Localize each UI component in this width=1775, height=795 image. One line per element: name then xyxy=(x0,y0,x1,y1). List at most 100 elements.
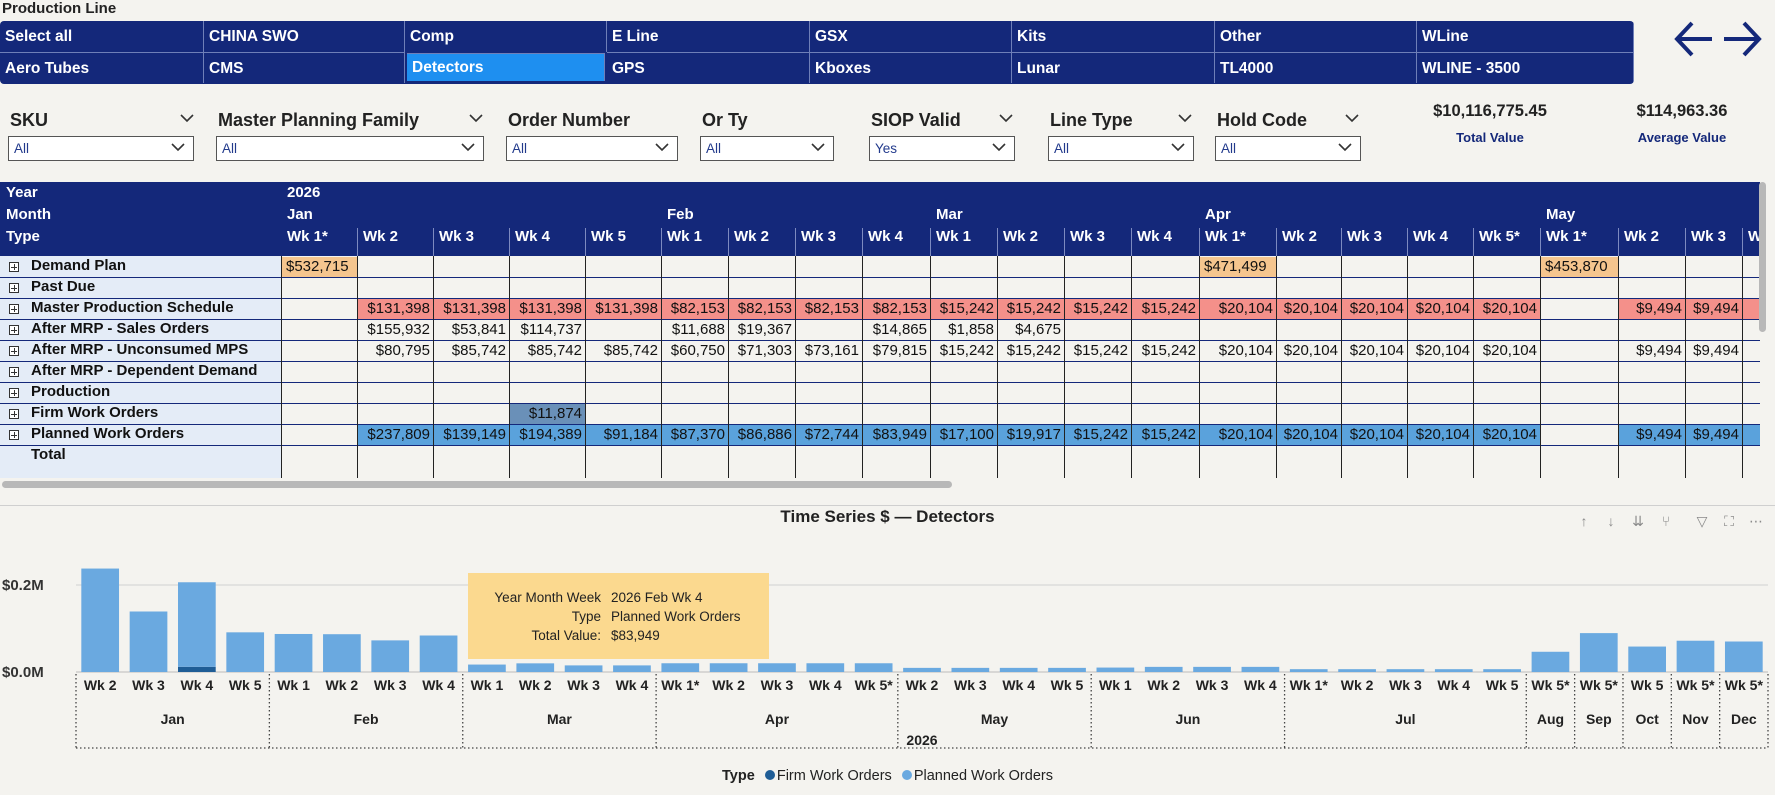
matrix-cell[interactable]: $15,242 xyxy=(1131,341,1199,361)
expand-row-icon[interactable] xyxy=(9,304,19,314)
matrix-cell[interactable] xyxy=(1341,257,1407,277)
matrix-cell[interactable] xyxy=(1540,404,1618,424)
filter-dropdown-line-type[interactable]: All xyxy=(1048,136,1194,161)
matrix-cell[interactable] xyxy=(357,362,433,382)
matrix-cell[interactable] xyxy=(661,278,728,298)
matrix-cell[interactable] xyxy=(585,257,661,277)
matrix-cell[interactable] xyxy=(509,278,585,298)
matrix-cell[interactable] xyxy=(1276,362,1341,382)
matrix-cell[interactable]: $4,675 xyxy=(997,320,1064,340)
matrix-cell[interactable] xyxy=(1473,383,1540,403)
matrix-cell[interactable]: $155,932 xyxy=(357,320,433,340)
matrix-cell[interactable] xyxy=(357,404,433,424)
expand-row-icon[interactable] xyxy=(9,409,19,419)
matrix-cell[interactable] xyxy=(585,362,661,382)
matrix-cell[interactable]: $73,161 xyxy=(795,341,862,361)
matrix-cell[interactable]: $9 xyxy=(1742,425,1760,445)
matrix-cell[interactable]: $20,104 xyxy=(1276,299,1341,319)
matrix-cell[interactable] xyxy=(1131,278,1199,298)
arrow-right-icon[interactable] xyxy=(1720,14,1764,64)
matrix-cell[interactable]: $85,742 xyxy=(585,341,661,361)
matrix-cell[interactable] xyxy=(585,278,661,298)
matrix-cell[interactable]: $20,104 xyxy=(1473,341,1540,361)
matrix-cell[interactable] xyxy=(795,404,862,424)
matrix-cell[interactable] xyxy=(1540,299,1618,319)
slicer-item-detectors[interactable]: Detectors xyxy=(407,53,605,81)
matrix-cell[interactable] xyxy=(728,257,795,277)
matrix-cell[interactable] xyxy=(1407,383,1473,403)
matrix-cell[interactable]: $9,494 xyxy=(1685,341,1742,361)
slicer-item-lunar[interactable]: Lunar xyxy=(1012,52,1215,83)
matrix-cell[interactable] xyxy=(862,278,930,298)
matrix-cell[interactable] xyxy=(433,278,509,298)
matrix-cell[interactable] xyxy=(1742,383,1760,403)
matrix-cell[interactable]: $14,865 xyxy=(862,320,930,340)
chevron-down-icon[interactable] xyxy=(469,110,483,124)
expand-row-icon[interactable] xyxy=(9,367,19,377)
matrix-cell[interactable] xyxy=(1199,362,1276,382)
matrix-cell[interactable] xyxy=(281,404,357,424)
matrix-week-header[interactable]: Wk 4 xyxy=(868,228,903,245)
matrix-cell[interactable] xyxy=(1407,404,1473,424)
slicer-item-china-swo[interactable]: CHINA SWO xyxy=(204,21,405,52)
drill-through-icon[interactable]: ⑂ xyxy=(1656,512,1676,530)
matrix-cell[interactable]: $72,744 xyxy=(795,425,862,445)
matrix-week-header[interactable]: Wk 3 xyxy=(1691,228,1726,245)
matrix-cell[interactable]: $131,398 xyxy=(357,299,433,319)
matrix-cell[interactable] xyxy=(997,383,1064,403)
matrix-cell[interactable] xyxy=(1742,362,1760,382)
matrix-cell[interactable] xyxy=(1540,362,1618,382)
expand-row-icon[interactable] xyxy=(9,283,19,293)
matrix-cell[interactable] xyxy=(281,383,357,403)
matrix-cell[interactable]: $11,688 xyxy=(661,320,728,340)
matrix-cell[interactable] xyxy=(1618,404,1685,424)
matrix-cell[interactable] xyxy=(1341,320,1407,340)
matrix-cell[interactable] xyxy=(1131,320,1199,340)
matrix-cell[interactable]: $20,104 xyxy=(1341,299,1407,319)
matrix-cell[interactable]: $91,184 xyxy=(585,425,661,445)
matrix-cell[interactable] xyxy=(1407,257,1473,277)
chevron-down-icon[interactable] xyxy=(1178,110,1192,124)
matrix-cell[interactable] xyxy=(1131,362,1199,382)
matrix-cell[interactable] xyxy=(1473,320,1540,340)
matrix-cell[interactable]: $9,494 xyxy=(1685,425,1742,445)
matrix-cell[interactable] xyxy=(281,341,357,361)
matrix-cell[interactable] xyxy=(1407,278,1473,298)
matrix-cell[interactable]: $82,153 xyxy=(661,299,728,319)
matrix-cell[interactable]: $20,104 xyxy=(1341,341,1407,361)
matrix-cell[interactable] xyxy=(1685,257,1742,277)
matrix-cell[interactable] xyxy=(1276,257,1341,277)
matrix-week-header[interactable]: Wk 3 xyxy=(439,228,474,245)
matrix-cell[interactable] xyxy=(1685,278,1742,298)
matrix-cell[interactable] xyxy=(728,383,795,403)
matrix-cell[interactable] xyxy=(433,383,509,403)
matrix-cell[interactable] xyxy=(1742,278,1760,298)
matrix-cell[interactable]: $237,809 xyxy=(357,425,433,445)
matrix-cell[interactable] xyxy=(433,257,509,277)
matrix-week-header[interactable]: Wk 2 xyxy=(734,228,769,245)
drill-down-icon[interactable]: ↓ xyxy=(1601,512,1621,530)
matrix-cell[interactable]: $87,370 xyxy=(661,425,728,445)
matrix-cell[interactable] xyxy=(1618,383,1685,403)
chevron-down-icon[interactable] xyxy=(1345,110,1359,124)
legend-item-firm[interactable]: Firm Work Orders xyxy=(777,768,892,784)
matrix-cell[interactable] xyxy=(357,257,433,277)
expand-row-icon[interactable] xyxy=(9,430,19,440)
matrix-cell[interactable]: $9 xyxy=(1742,341,1760,361)
slicer-item-other[interactable]: Other xyxy=(1215,21,1417,52)
matrix-cell[interactable]: $19,917 xyxy=(997,425,1064,445)
expand-next-level-icon[interactable]: ⇊ xyxy=(1628,512,1648,530)
matrix-cell[interactable] xyxy=(585,383,661,403)
matrix-cell[interactable] xyxy=(1540,425,1618,445)
matrix-cell[interactable] xyxy=(281,425,357,445)
matrix-cell[interactable] xyxy=(1540,383,1618,403)
matrix-cell[interactable] xyxy=(509,383,585,403)
filter-dropdown-order-number[interactable]: All xyxy=(506,136,678,161)
arrow-left-icon[interactable] xyxy=(1672,14,1716,64)
slicer-item-tl4000[interactable]: TL4000 xyxy=(1215,52,1417,83)
matrix-cell[interactable] xyxy=(728,278,795,298)
matrix-cell[interactable]: $471,499 xyxy=(1199,257,1276,277)
matrix-cell[interactable]: $131,398 xyxy=(509,299,585,319)
focus-mode-icon[interactable]: ⛶ xyxy=(1719,512,1739,530)
matrix-cell[interactable] xyxy=(509,257,585,277)
